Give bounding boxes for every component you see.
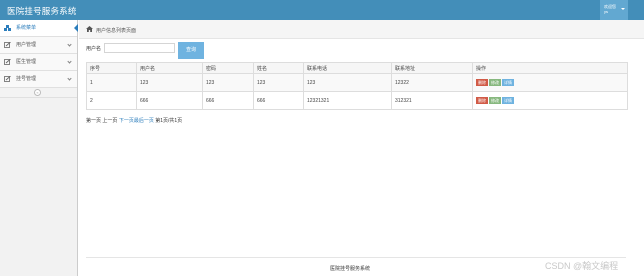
edit-button[interactable]: 修改	[489, 97, 501, 104]
cell-password: 666	[202, 91, 254, 110]
chevron-down-icon	[67, 76, 72, 81]
cell-name: 666	[253, 91, 304, 110]
cell-address: 12322	[391, 73, 473, 92]
caret-down-icon	[621, 8, 625, 10]
dashboard-icon	[4, 25, 11, 31]
pager-next[interactable]: 下一页	[119, 118, 134, 124]
cell-actions: 删除 修改 详情	[472, 73, 628, 92]
column-header-actions: 操作	[472, 62, 628, 74]
detail-button[interactable]: 详情	[502, 97, 514, 104]
sidebar-item-label: 挂号管理	[16, 76, 37, 82]
sidebar: 系统菜单 用户管理 医生管理 挂号管理 «	[0, 20, 78, 276]
cell-name: 123	[253, 73, 304, 92]
edit-icon	[4, 76, 11, 82]
breadcrumb-text: 用户信息列表页面	[96, 28, 137, 34]
cell-actions: 删除 修改 详情	[472, 91, 628, 110]
sidebar-item-user-management[interactable]: 用户管理	[0, 37, 77, 54]
sidebar-item-system-menu[interactable]: 系统菜单	[0, 20, 78, 37]
search-label: 用户名	[86, 46, 102, 52]
cell-address: 312321	[391, 91, 473, 110]
column-header-username: 用户名	[136, 62, 203, 74]
username-search-input[interactable]	[104, 43, 175, 53]
table-row: 1 123 123 123 123 12322 删除 修改 详情	[86, 73, 628, 92]
pagination: 第一页 上一页 下一页最后一页 第1页/共1页	[86, 117, 182, 124]
cell-password: 123	[202, 73, 254, 92]
column-header-address: 联系地址	[391, 62, 473, 74]
top-navbar: 医院挂号服务系统 欢迎您 ys	[0, 0, 644, 20]
cell-id: 1	[86, 73, 137, 92]
pager-prev[interactable]: 上一页	[102, 118, 117, 124]
delete-button[interactable]: 删除	[476, 97, 488, 104]
delete-button[interactable]: 删除	[476, 79, 488, 86]
cell-username: 123	[136, 73, 203, 92]
home-icon[interactable]	[86, 26, 93, 32]
column-header-id: 序号	[86, 62, 137, 74]
breadcrumb: 用户信息列表页面	[79, 20, 644, 39]
chevron-down-icon	[67, 42, 72, 47]
sidebar-item-label: 用户管理	[16, 42, 37, 48]
column-header-name: 姓名	[253, 62, 304, 74]
collapse-sidebar-icon[interactable]: «	[34, 89, 41, 96]
cell-username: 666	[136, 91, 203, 110]
cell-phone: 123	[303, 73, 392, 92]
sidebar-item-registration-management[interactable]: 挂号管理	[0, 71, 77, 88]
user-menu[interactable]: 欢迎您 ys	[600, 0, 628, 20]
cell-id: 2	[86, 91, 137, 110]
user-table: 序号 用户名 密码 姓名 联系电话 联系地址 操作 1 123 123 123 …	[86, 62, 628, 110]
detail-button[interactable]: 详情	[502, 79, 514, 86]
column-header-phone: 联系电话	[303, 62, 392, 74]
query-button[interactable]: 查询	[178, 42, 204, 59]
pager-first[interactable]: 第一页	[86, 118, 101, 124]
pager-info: 第1页/共1页	[155, 118, 183, 124]
chevron-down-icon	[67, 59, 72, 64]
edit-icon	[4, 42, 11, 48]
sidebar-collapse-row: «	[0, 88, 77, 98]
app-title: 医院挂号服务系统	[7, 6, 77, 16]
column-header-password: 密码	[202, 62, 254, 74]
footer-divider	[86, 257, 626, 258]
sidebar-item-label: 医生管理	[16, 59, 37, 65]
cell-phone: 12321321	[303, 91, 392, 110]
pager-last[interactable]: 最后一页	[134, 118, 154, 124]
edit-icon	[4, 59, 11, 65]
app-root: 医院挂号服务系统 欢迎您 ys 系统菜单 用户管理 医生管理 挂号管理 « 用户…	[0, 0, 644, 276]
edit-button[interactable]: 修改	[489, 79, 501, 86]
sidebar-item-doctor-management[interactable]: 医生管理	[0, 54, 77, 71]
table-row: 2 666 666 666 12321321 312321 删除 修改 详情	[86, 91, 628, 110]
sidebar-item-label: 系统菜单	[16, 25, 37, 31]
table-header-row: 序号 用户名 密码 姓名 联系电话 联系地址 操作	[86, 62, 628, 74]
footer-text: 医院挂号服务系统	[330, 266, 371, 272]
watermark: CSDN @翰文编程	[545, 261, 619, 271]
